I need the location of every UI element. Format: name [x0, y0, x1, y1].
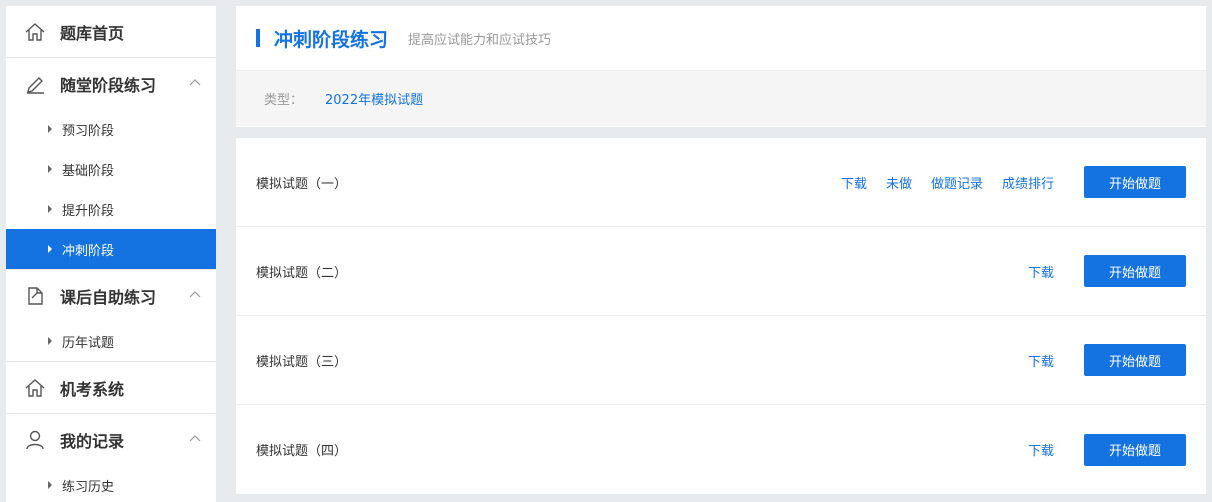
- caret-right-icon: [48, 205, 52, 213]
- sidebar-item-basic[interactable]: 基础阶段: [6, 149, 216, 189]
- list-item: 模拟试题（三） 下载 开始做题: [236, 316, 1206, 405]
- sidebar-item-label: 历年试题: [62, 335, 115, 351]
- exam-actions: 下载 未做 做题记录 成绩排行 开始做题: [822, 166, 1186, 198]
- sidebar: 题库首页 随堂阶段练习 预习阶段 基础阶段 提升阶段 冲刺阶段 课后自助练习 历…: [6, 6, 216, 502]
- sidebar-item-label: 预习阶段: [62, 123, 115, 139]
- caret-right-icon: [48, 337, 52, 345]
- start-button[interactable]: 开始做题: [1084, 255, 1186, 287]
- nav-records-section: 我的记录 练习历史: [6, 414, 216, 502]
- type-filter-row: 类型： 2022年模拟试题: [236, 71, 1206, 126]
- pencil-icon: [24, 73, 46, 95]
- download-link[interactable]: 下载: [841, 173, 867, 192]
- sidebar-item-advance[interactable]: 提升阶段: [6, 189, 216, 229]
- exam-title: 模拟试题（二）: [256, 265, 348, 281]
- nav-self-practice-section: 课后自助练习 历年试题: [6, 270, 216, 362]
- sidebar-item-label: 练习历史: [62, 479, 115, 495]
- exam-title: 模拟试题（四）: [256, 444, 348, 459]
- start-button[interactable]: 开始做题: [1084, 433, 1186, 466]
- download-link[interactable]: 下载: [1028, 262, 1054, 281]
- chevron-up-icon[interactable]: [188, 76, 202, 90]
- list-item: 模拟试题（一） 下载 未做 做题记录 成绩排行 开始做题: [236, 138, 1206, 227]
- list-item: 模拟试题（四） 下载 开始做题: [236, 405, 1206, 494]
- sidebar-item-history[interactable]: 练习历史: [6, 465, 216, 502]
- sidebar-item-label: 冲刺阶段: [62, 243, 115, 259]
- exam-actions: 下载 开始做题: [1009, 255, 1186, 287]
- caret-right-icon: [48, 481, 52, 489]
- nav-home-section: 题库首页: [6, 6, 216, 58]
- sidebar-item-past-exams[interactable]: 历年试题: [6, 321, 216, 361]
- sidebar-item-sprint[interactable]: 冲刺阶段: [6, 229, 216, 269]
- exam-actions: 下载 开始做题: [1009, 433, 1186, 466]
- header-card: 冲刺阶段练习 提高应试能力和应试技巧 类型： 2022年模拟试题: [236, 6, 1206, 127]
- nav-exam-system[interactable]: 机考系统: [6, 362, 216, 413]
- nav-self-practice-label: 课后自助练习: [60, 287, 157, 307]
- sidebar-item-label: 基础阶段: [62, 163, 115, 179]
- nav-practice[interactable]: 随堂阶段练习: [6, 58, 216, 109]
- document-icon: [24, 285, 46, 307]
- nav-records[interactable]: 我的记录: [6, 414, 216, 465]
- records-sub-list: 练习历史: [6, 465, 216, 502]
- nav-practice-label: 随堂阶段练习: [60, 75, 157, 95]
- home-icon: [24, 377, 46, 399]
- sidebar-item-preview[interactable]: 预习阶段: [6, 109, 216, 149]
- self-practice-sub-list: 历年试题: [6, 321, 216, 361]
- record-link[interactable]: 做题记录: [931, 173, 983, 192]
- page-subtitle: 提高应试能力和应试技巧: [408, 32, 552, 48]
- exam-title: 模拟试题（三）: [256, 354, 348, 370]
- page-title: 冲刺阶段练习: [274, 28, 389, 51]
- nav-practice-section: 随堂阶段练习 预习阶段 基础阶段 提升阶段 冲刺阶段: [6, 58, 216, 270]
- start-button[interactable]: 开始做题: [1084, 344, 1186, 376]
- nav-records-label: 我的记录: [60, 431, 125, 451]
- undone-link[interactable]: 未做: [886, 173, 912, 192]
- caret-right-icon: [48, 165, 52, 173]
- chevron-up-icon[interactable]: [188, 288, 202, 302]
- title-row: 冲刺阶段练习 提高应试能力和应试技巧: [236, 6, 1206, 71]
- download-link[interactable]: 下载: [1028, 440, 1054, 459]
- exam-actions: 下载 开始做题: [1009, 344, 1186, 376]
- caret-right-icon: [48, 125, 52, 133]
- caret-right-icon: [48, 245, 52, 253]
- type-label: 类型：: [264, 93, 304, 108]
- type-option-2022[interactable]: 2022年模拟试题: [325, 89, 423, 108]
- download-link[interactable]: 下载: [1028, 351, 1054, 370]
- title-accent-bar: [256, 29, 260, 47]
- exam-title: 模拟试题（一）: [256, 176, 348, 192]
- practice-sub-list: 预习阶段 基础阶段 提升阶段 冲刺阶段: [6, 109, 216, 269]
- nav-home-label: 题库首页: [60, 23, 125, 43]
- user-icon: [24, 429, 46, 451]
- list-item: 模拟试题（二） 下载 开始做题: [236, 227, 1206, 316]
- home-icon: [24, 21, 46, 43]
- nav-exam-system-section: 机考系统: [6, 362, 216, 414]
- start-button[interactable]: 开始做题: [1084, 166, 1186, 198]
- ranking-link[interactable]: 成绩排行: [1002, 173, 1054, 192]
- nav-exam-system-label: 机考系统: [60, 379, 125, 399]
- chevron-up-icon[interactable]: [188, 432, 202, 446]
- sidebar-item-label: 提升阶段: [62, 203, 115, 219]
- exam-list: 模拟试题（一） 下载 未做 做题记录 成绩排行 开始做题 模拟试题（二） 下载 …: [236, 138, 1206, 494]
- nav-home[interactable]: 题库首页: [6, 6, 216, 57]
- nav-self-practice[interactable]: 课后自助练习: [6, 270, 216, 321]
